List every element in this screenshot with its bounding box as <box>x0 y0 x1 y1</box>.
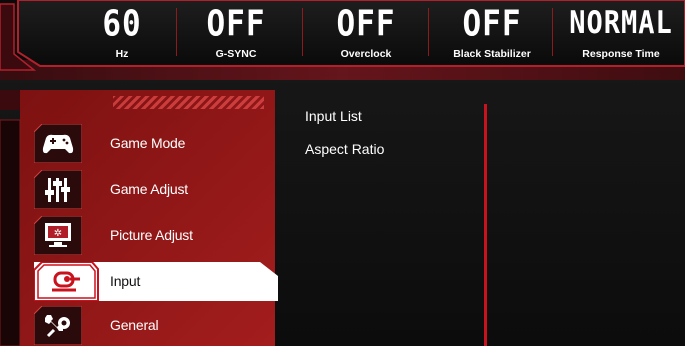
black-stabilizer-value: OFF <box>462 3 522 45</box>
refresh-rate-value: 60 <box>102 3 142 45</box>
black-stabilizer-status: OFF Black Stabilizer <box>432 3 552 60</box>
response-time-label: Response Time <box>582 48 660 60</box>
submenu-item-input-list[interactable]: Input List <box>305 108 362 124</box>
overclock-label: Overclock <box>340 48 392 60</box>
black-stabilizer-label: Black Stabilizer <box>453 48 531 60</box>
gsync-status: OFF G-SYNC <box>176 3 296 60</box>
response-time-value: NORMAL <box>569 5 673 42</box>
gsync-label: G-SYNC <box>215 48 257 60</box>
gsync-value: OFF <box>206 3 266 45</box>
input-icon <box>42 262 90 301</box>
response-time-status: NORMAL Response Time <box>557 6 685 60</box>
submenu-item-aspect-ratio[interactable]: Aspect Ratio <box>305 141 384 157</box>
overclock-status: OFF Overclock <box>306 3 426 60</box>
status-divider <box>302 8 303 56</box>
menu-item-label: Game Adjust <box>110 181 188 197</box>
status-divider <box>428 8 429 56</box>
menu-item-input[interactable]: Input <box>34 262 278 301</box>
menu-item-label: Picture Adjust <box>110 227 193 243</box>
monitor-icon: ✲ <box>34 216 82 255</box>
menu-item-picture-adjust[interactable]: ✲ Picture Adjust <box>34 216 278 255</box>
wrench-gear-icon <box>34 306 82 345</box>
menu-item-label: Input <box>110 273 141 289</box>
overclock-value: OFF <box>336 3 396 45</box>
panel-hatch-decoration <box>113 96 264 109</box>
menu-item-game-adjust[interactable]: Game Adjust <box>34 170 278 209</box>
status-divider <box>552 8 553 56</box>
svg-text:✲: ✲ <box>54 228 62 239</box>
menu-item-general[interactable]: General <box>34 306 278 345</box>
menu-item-label: Game Mode <box>110 135 186 151</box>
content-divider <box>484 104 487 346</box>
status-bar: 60 Hz OFF G-SYNC OFF Overclock OFF Black… <box>0 0 685 80</box>
menu-item-game-mode[interactable]: Game Mode <box>34 124 278 163</box>
sliders-icon <box>34 170 82 209</box>
menu-item-label: General <box>110 317 159 333</box>
gamepad-icon <box>34 124 82 163</box>
osd-window: 60 Hz OFF G-SYNC OFF Overclock OFF Black… <box>0 0 685 346</box>
refresh-rate-status: 60 Hz <box>62 3 182 60</box>
refresh-rate-label: Hz <box>115 48 129 60</box>
